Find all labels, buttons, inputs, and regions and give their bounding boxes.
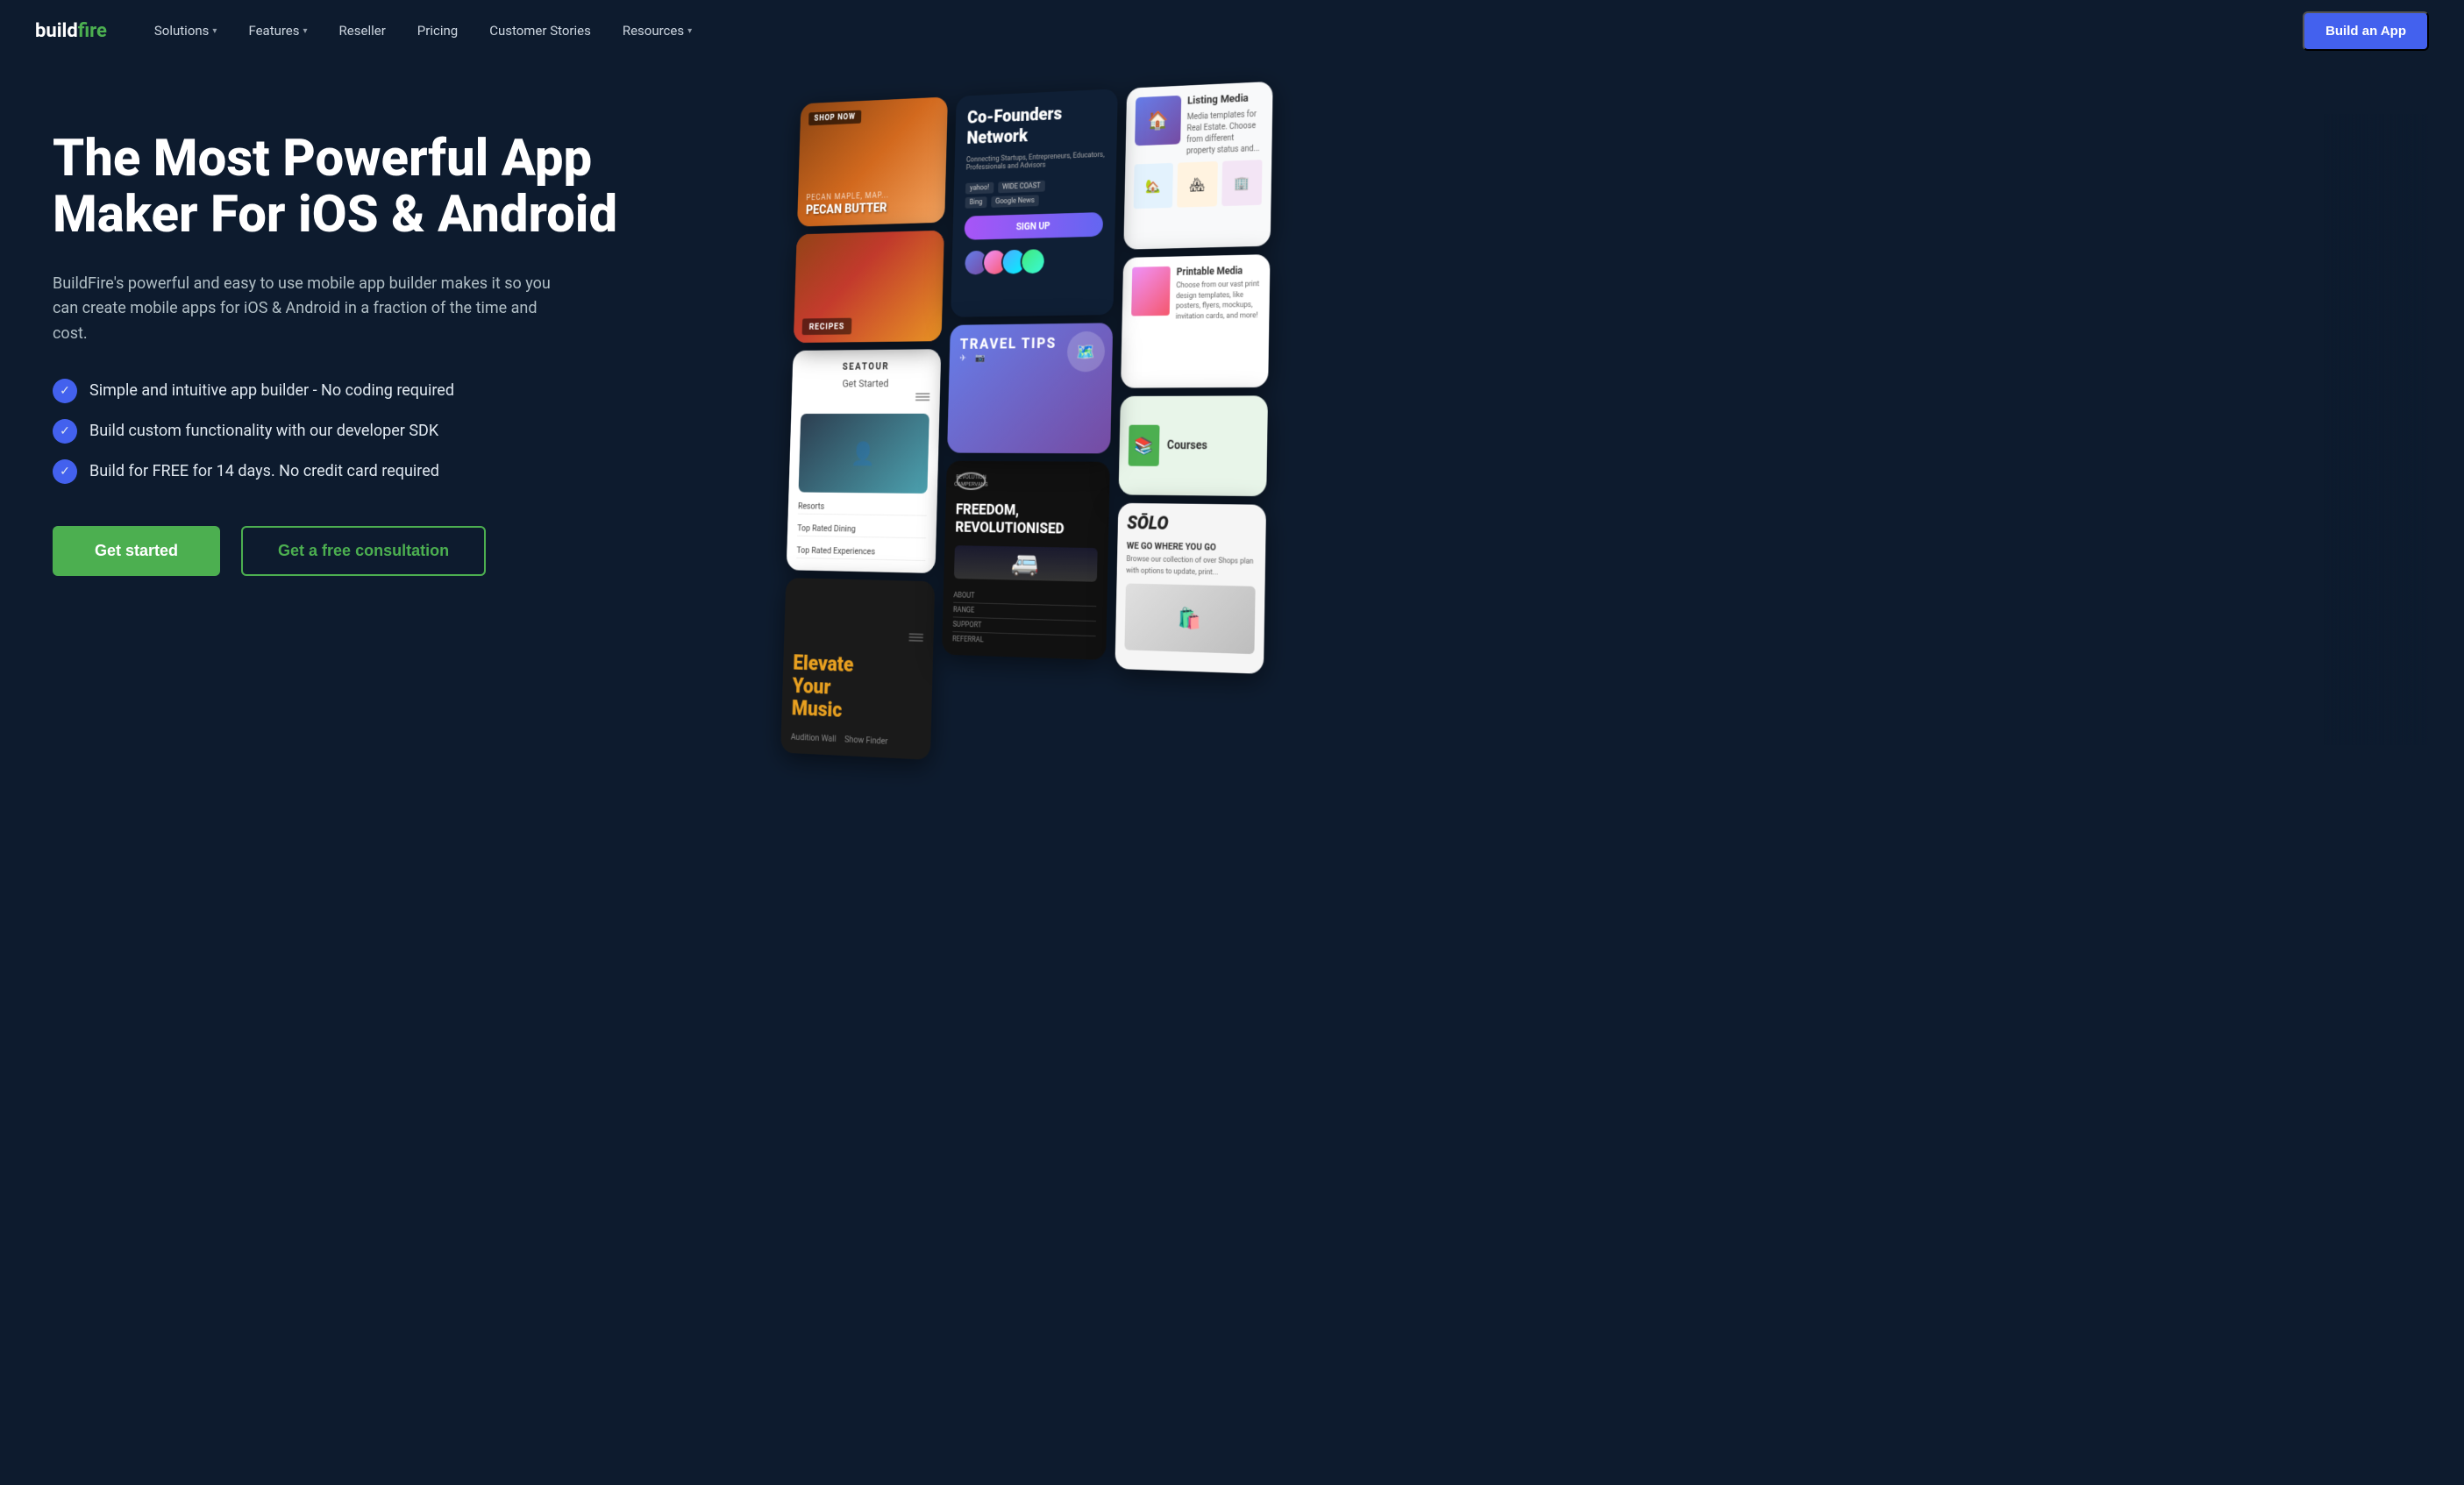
check-icon-1: ✓ [53, 379, 77, 403]
phone-column-1: SHOP NOW PECAN MAPLE, MAP... PECAN BUTTE… [780, 96, 948, 760]
nav-links: Solutions ▾ Features ▾ Reseller Pricing … [142, 16, 2303, 46]
hero-content: The Most Powerful App Maker For iOS & An… [53, 114, 649, 576]
nav-item-customer-stories[interactable]: Customer Stories [477, 16, 603, 46]
partner-logos: yahoo! WIDE COAST Bing Google News [965, 178, 1104, 208]
hero-subtitle: BuildFire's powerful and easy to use mob… [53, 272, 561, 347]
wide-logo: WIDE COAST [998, 181, 1045, 194]
bing-logo: Bing [965, 196, 987, 208]
cofounders-card: Co-Founders Network Connecting Startups,… [951, 89, 1118, 317]
checklist-item-1: ✓ Simple and intuitive app builder - No … [53, 379, 649, 403]
check-icon-2: ✓ [53, 419, 77, 444]
music-card: Elevate Your Music Audition Wall Show Fi… [780, 578, 935, 760]
travel-card: TRAVEL TIPS ✈ 📷 🗺️ [947, 323, 1113, 453]
signup-button[interactable]: SIGN UP [965, 212, 1104, 240]
google-news-logo: Google News [991, 195, 1039, 207]
build-app-button[interactable]: Build an App [2303, 11, 2429, 51]
navigation: buildfire Solutions ▾ Features ▾ Reselle… [0, 0, 2464, 61]
free-consultation-button[interactable]: Get a free consultation [241, 526, 486, 576]
chevron-down-icon: ▾ [303, 26, 308, 36]
hero-title: The Most Powerful App Maker For iOS & An… [53, 131, 649, 244]
nav-item-pricing[interactable]: Pricing [405, 16, 470, 46]
logo[interactable]: buildfire [35, 20, 107, 42]
cf-subtitle: Connecting Startups, Entrepreneurs, Educ… [966, 151, 1105, 172]
checklist-item-3: ✓ Build for FREE for 14 days. No credit … [53, 459, 649, 484]
yahoo-logo: yahoo! [965, 182, 993, 195]
recipes-tag: RECIPES [802, 318, 852, 335]
chevron-down-icon: ▾ [687, 26, 692, 36]
hero-buttons: Get started Get a free consultation [53, 526, 649, 576]
phones-container: SHOP NOW PECAN MAPLE, MAP... PECAN BUTTE… [780, 61, 2464, 835]
avatar-4 [1020, 247, 1045, 275]
hero-section: The Most Powerful App Maker For iOS & An… [0, 61, 2464, 1485]
travel-icon: 🗺️ [1067, 331, 1106, 373]
nav-item-reseller[interactable]: Reseller [327, 16, 398, 46]
chevron-down-icon: ▾ [212, 26, 217, 36]
check-icon-3: ✓ [53, 459, 77, 484]
get-started-button[interactable]: Get started [53, 526, 220, 576]
nav-item-resources[interactable]: Resources ▾ [610, 16, 704, 46]
hero-phones: SHOP NOW PECAN MAPLE, MAP... PECAN BUTTE… [684, 114, 2429, 745]
profile-pictures [964, 245, 1103, 276]
cf-title: Co-Founders Network [966, 102, 1106, 149]
checklist-item-2: ✓ Build custom functionality with our de… [53, 419, 649, 444]
nav-item-solutions[interactable]: Solutions ▾ [142, 16, 230, 46]
nav-item-features[interactable]: Features ▾ [236, 16, 319, 46]
hero-checklist: ✓ Simple and intuitive app builder - No … [53, 379, 649, 484]
